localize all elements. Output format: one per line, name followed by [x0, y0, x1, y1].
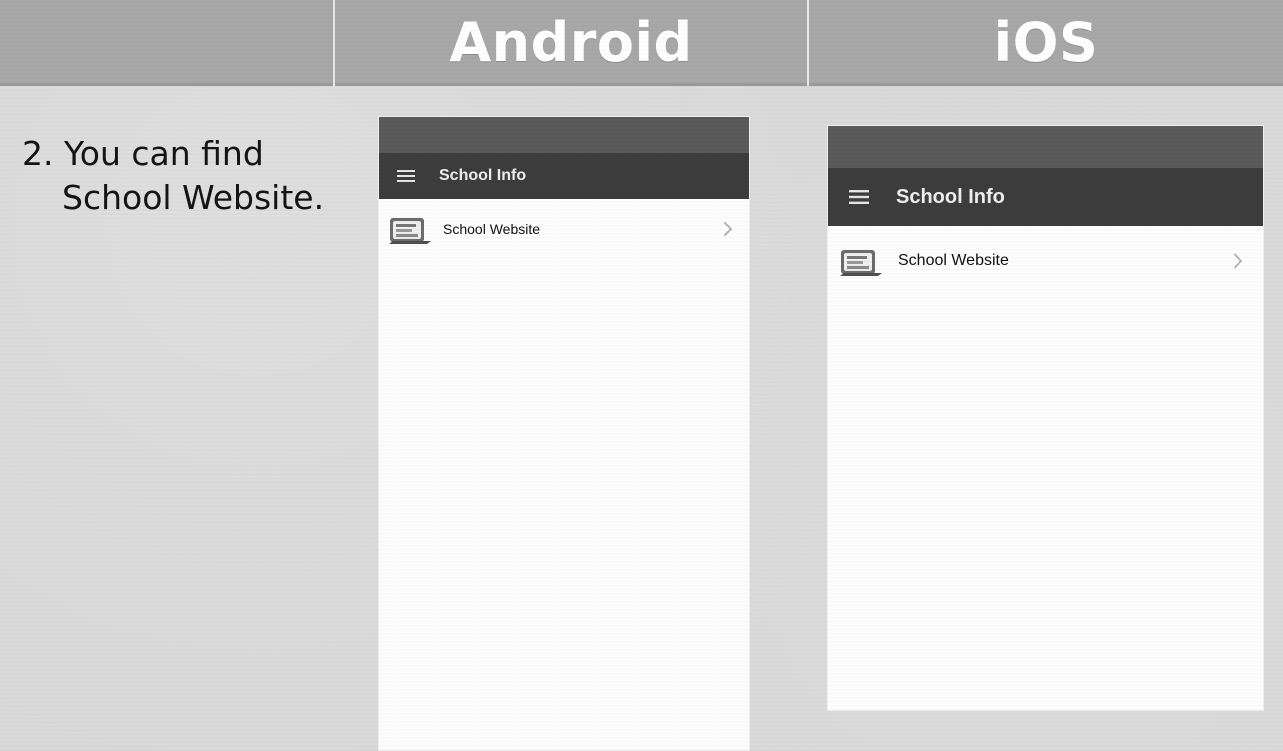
ios-app-bar: School Info — [828, 168, 1263, 226]
android-list-item-label: School Website — [443, 221, 541, 237]
ios-app-title: School Info — [896, 185, 1005, 208]
chevron-right-icon — [719, 220, 737, 238]
ios-menu-list: School Website — [828, 226, 1263, 290]
android-menu-list: School Website — [379, 199, 749, 253]
step-line-2: School Website. — [62, 178, 325, 217]
header-ios-cell: iOS — [807, 0, 1283, 86]
android-status-bar — [379, 117, 749, 153]
comparison-header: Android iOS — [0, 0, 1283, 86]
step-line-1: 2. You can find — [22, 134, 264, 173]
ios-list-item-label: School Website — [898, 252, 1009, 269]
android-menu-button[interactable] — [389, 159, 423, 193]
hamburger-menu-icon — [849, 189, 869, 205]
step-instruction: 2. You can find School Website. — [22, 132, 332, 220]
website-icon — [838, 243, 884, 279]
android-list-item-school-website[interactable]: School Website — [379, 205, 749, 253]
android-phone-screen: School Info School Website — [378, 116, 750, 751]
header-blank-cell — [0, 0, 333, 86]
android-app-title: School Info — [439, 167, 527, 184]
hamburger-menu-icon — [397, 169, 415, 183]
website-icon — [387, 211, 433, 247]
tutorial-slide: Android iOS 2. You can find School Websi… — [0, 0, 1283, 751]
ios-menu-button[interactable] — [842, 180, 876, 214]
header-android-cell: Android — [333, 0, 807, 86]
ios-status-bar — [828, 126, 1263, 168]
ios-phone-screen: School Info School Website — [827, 125, 1264, 711]
header-ios-title: iOS — [993, 11, 1099, 74]
ios-list-item-school-website[interactable]: School Website — [828, 232, 1263, 290]
chevron-right-icon — [1229, 252, 1247, 270]
android-app-bar: School Info — [379, 153, 749, 199]
header-android-title: Android — [449, 11, 693, 74]
